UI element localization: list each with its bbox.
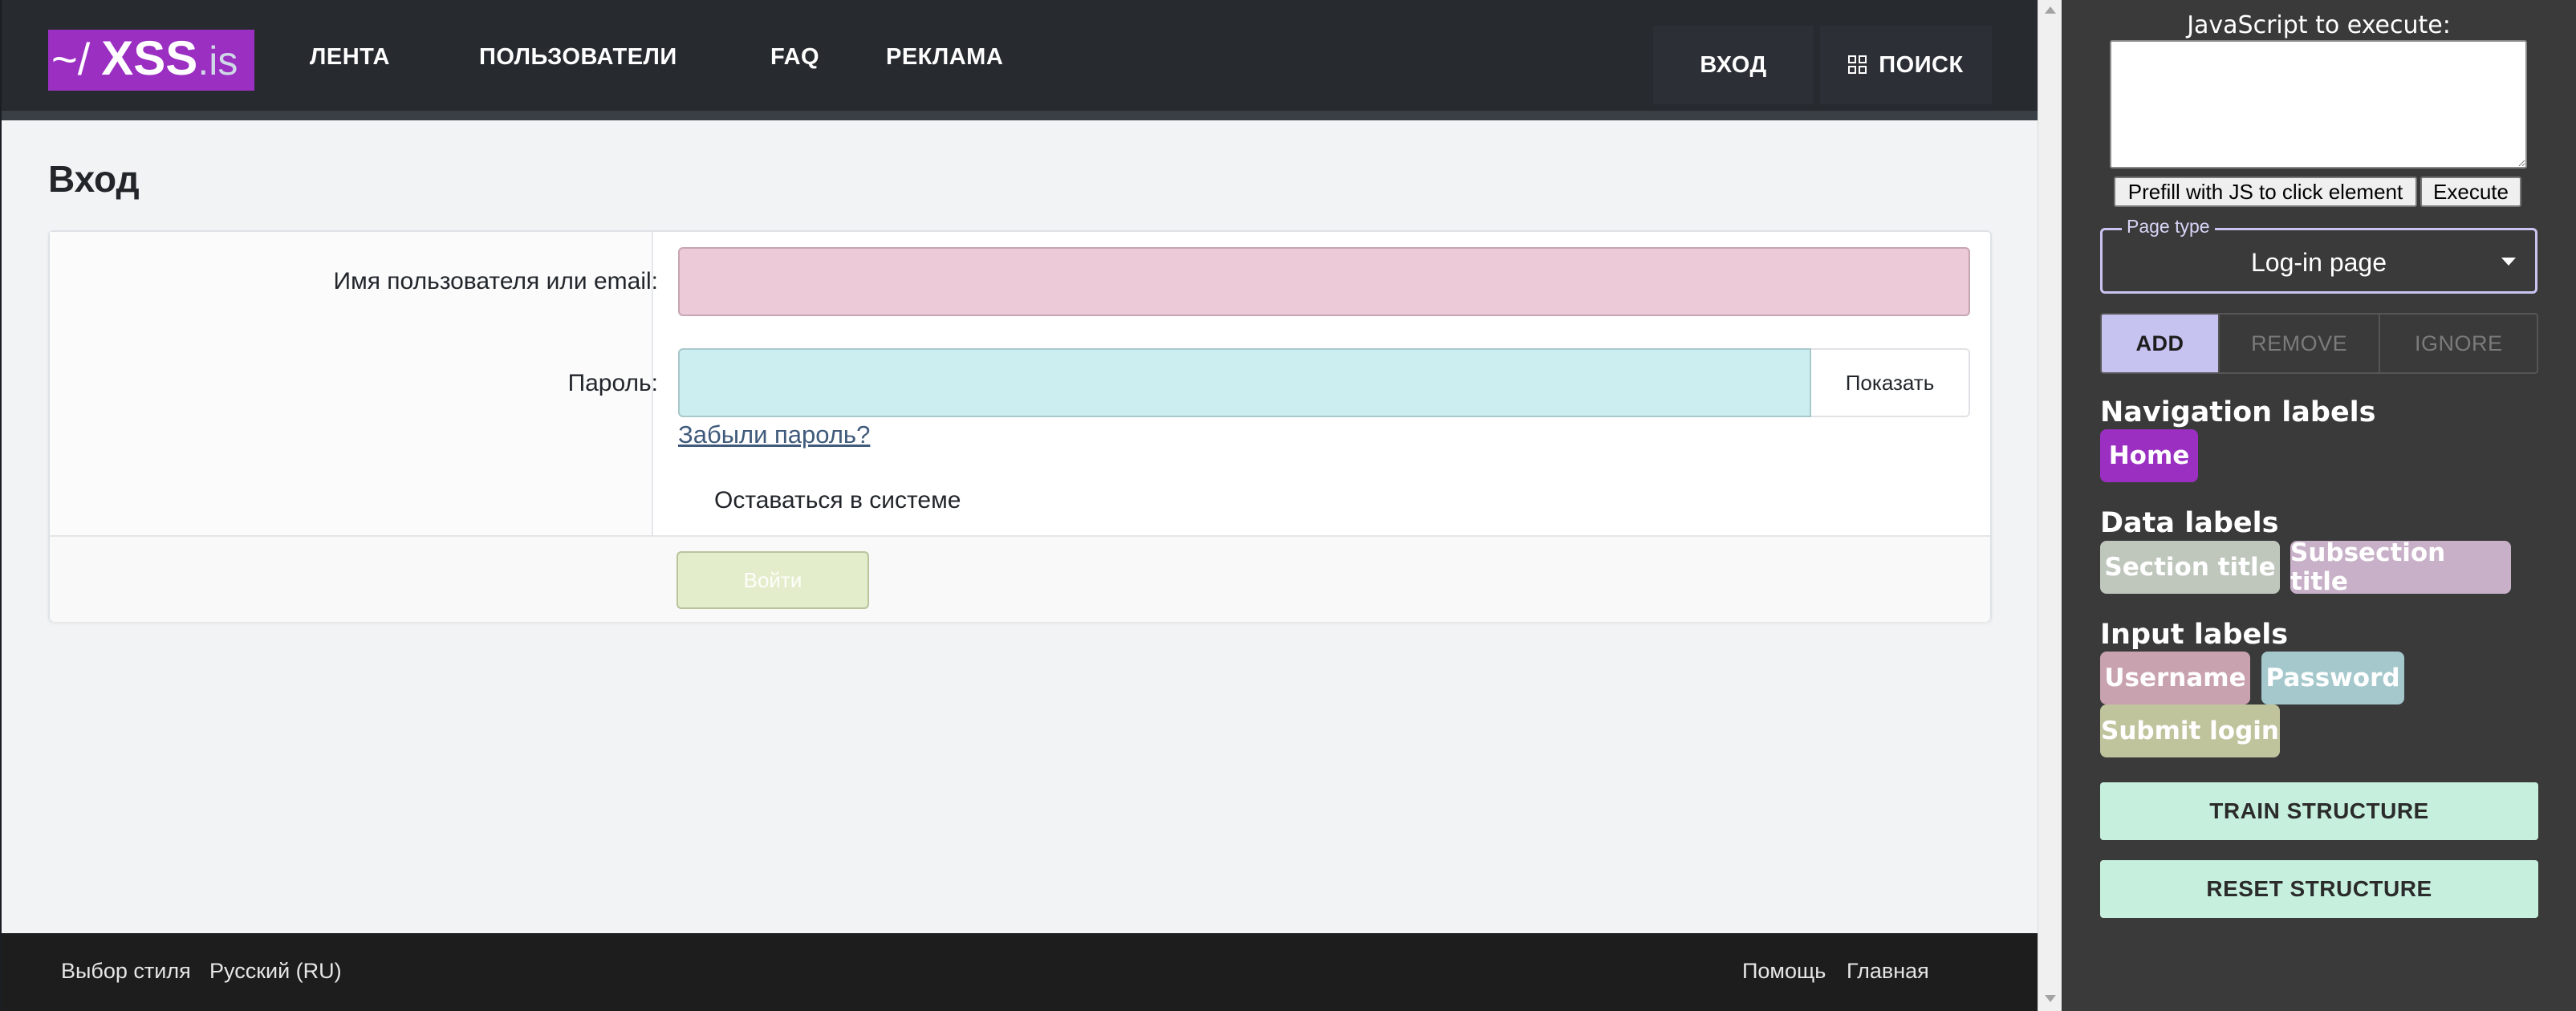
nav-feed[interactable]: ЛЕНТА [310,44,390,71]
execute-button[interactable]: Execute [2420,177,2521,207]
show-password-button[interactable]: Показать [1811,348,1970,417]
data-labels-title: Data labels [2100,507,2279,539]
caret-down-icon [2501,258,2516,266]
grid-icon [1848,55,1867,75]
footer-style-chooser[interactable]: Выбор стиля [61,959,191,984]
password-input[interactable] [678,348,1811,417]
remove-action-button[interactable]: REMOVE [2217,315,2379,372]
form-footer: Войти [50,535,1990,622]
page-title: Вход [48,158,140,200]
chip-section-title[interactable]: Section title [2100,541,2280,594]
page-type-select[interactable]: Page type Log-in page [2100,216,2537,294]
nav-faq[interactable]: FAQ [770,44,819,71]
site-logo[interactable]: ~/ XSS .is [48,30,254,91]
header-search-label: ПОИСК [1879,51,1964,78]
js-execute-label: JavaScript to execute: [2187,11,2451,39]
train-structure-button[interactable]: TRAIN STRUCTURE [2100,782,2538,840]
password-label: Пароль: [567,370,658,396]
chip-username[interactable]: Username [2100,652,2250,704]
js-code-textarea[interactable] [2110,40,2527,168]
logo-tld: .is [197,39,238,83]
footer-home-link[interactable]: Главная [1847,959,1929,984]
chip-subsection-title[interactable]: Subsection title [2290,538,2511,596]
navigation-labels-title: Navigation labels [2100,396,2376,428]
logo-name: XSS [101,31,198,85]
footer-language-chooser[interactable]: Русский (RU) [209,959,342,984]
nav-advertising[interactable]: РЕКЛАМА [886,44,1003,71]
page-scrollbar[interactable] [2038,0,2062,1011]
arrow-down-icon[interactable] [2045,995,2056,1002]
labeling-panel: JavaScript to execute: Prefill with JS t… [2062,0,2576,1011]
website-viewport: ~/ XSS .is ЛЕНТА ПОЛЬЗОВАТЕЛИ FAQ РЕКЛАМ… [0,0,2039,1011]
add-action-button[interactable]: ADD [2102,315,2218,372]
header-login-button[interactable]: ВХОД [1653,26,1814,104]
page-type-legend: Page type [2122,216,2215,238]
header-search-button[interactable]: ПОИСК [1820,26,1992,104]
chip-submit-login[interactable]: Submit login [2100,704,2280,757]
prefill-js-button[interactable]: Prefill with JS to click element [2114,177,2417,207]
logo-prefix: ~/ [51,34,91,84]
page-type-value: Log-in page [2250,248,2387,277]
login-form: Имя пользователя или email: Пароль: Пока… [48,230,1992,622]
chip-home[interactable]: Home [2100,429,2198,482]
label-action-toggle: ADD REMOVE IGNORE [2100,313,2538,374]
input-labels-title: Input labels [2100,619,2289,651]
username-input[interactable] [678,247,1970,316]
site-footer: Выбор стиля Русский (RU) Помощь Главная [2,933,2039,1011]
forgot-password-link[interactable]: Забыли пароль? [678,420,870,449]
site-header: ~/ XSS .is ЛЕНТА ПОЛЬЗОВАТЕЛИ FAQ РЕКЛАМ… [2,0,2039,120]
username-label: Имя пользователя или email: [333,268,658,294]
reset-structure-button[interactable]: RESET STRUCTURE [2100,860,2538,918]
chip-password[interactable]: Password [2261,652,2404,704]
stay-logged-in-checkbox[interactable]: Оставаться в системе [714,487,961,514]
ignore-action-button[interactable]: IGNORE [2379,315,2537,372]
footer-help-link[interactable]: Помощь [1742,959,1826,984]
submit-login-button[interactable]: Войти [677,551,869,609]
header-login-label: ВХОД [1700,51,1767,78]
nav-users[interactable]: ПОЛЬЗОВАТЕЛИ [479,44,677,71]
arrow-up-icon[interactable] [2045,6,2056,14]
